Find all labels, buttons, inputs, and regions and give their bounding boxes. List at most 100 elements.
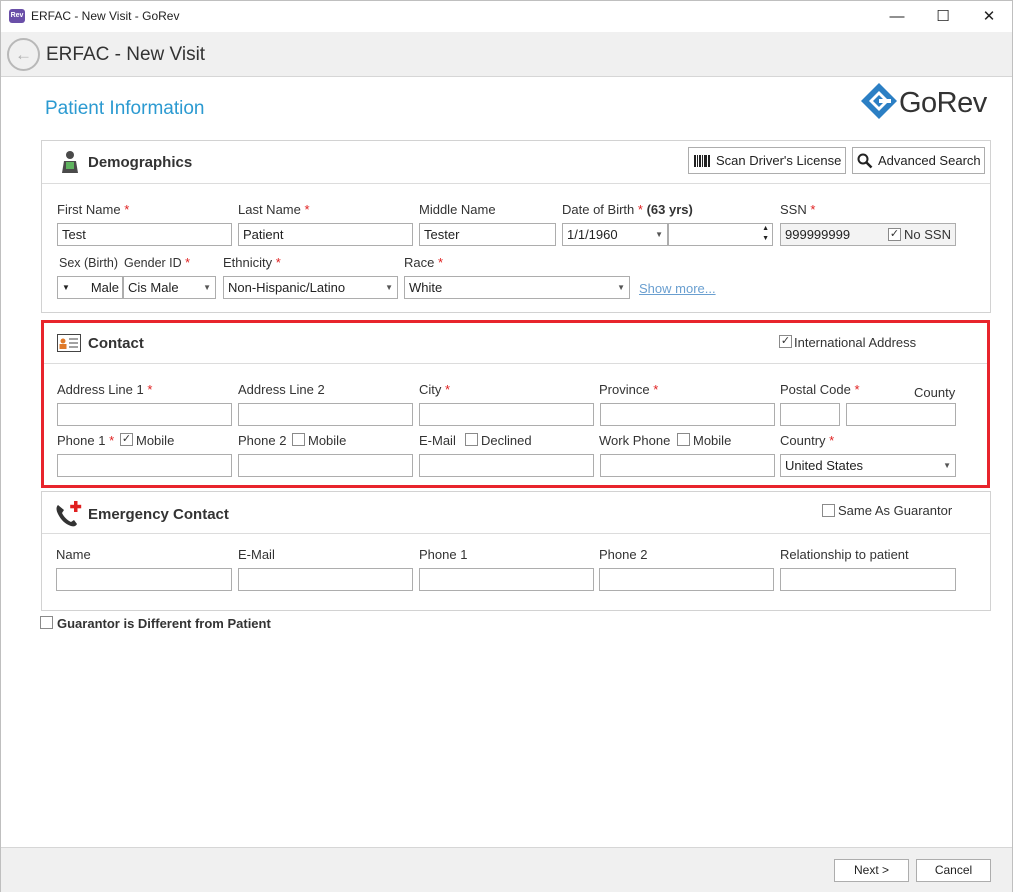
section-title: Patient Information — [45, 98, 205, 119]
gender-dropdown[interactable]: Cis Male ▼ — [123, 276, 216, 299]
sex-label: Sex (Birth) — [59, 256, 119, 270]
phone1-label: Phone 1 * — [57, 433, 115, 448]
ec-name-label: Name — [56, 547, 91, 562]
person-icon — [62, 151, 78, 173]
phone2-label: Phone 2 — [238, 433, 287, 448]
address2-input[interactable] — [238, 403, 413, 426]
demographics-title: Demographics — [88, 154, 193, 171]
work-phone-mobile-checkbox[interactable] — [677, 433, 690, 446]
no-ssn-checkbox[interactable]: ✓ — [888, 228, 901, 241]
address2-label: Address Line 2 — [238, 382, 325, 397]
ethnicity-dropdown[interactable]: Non-Hispanic/Latino ▼ — [223, 276, 398, 299]
email-declined-checkbox[interactable] — [465, 433, 478, 446]
scan-license-label: Scan Driver's License — [716, 153, 842, 168]
ec-phone1-input[interactable] — [419, 568, 594, 591]
gender-label: Gender ID * — [124, 256, 191, 270]
ec-relationship-label: Relationship to patient — [780, 547, 909, 562]
guarantor-different-label: Guarantor is Different from Patient — [57, 616, 271, 631]
gorev-logo-icon — [861, 83, 897, 119]
city-input[interactable] — [419, 403, 594, 426]
chevron-down-icon: ▼ — [617, 283, 625, 292]
phone2-mobile-checkbox[interactable] — [292, 433, 305, 446]
minimize-button[interactable]: — — [874, 1, 920, 32]
ec-email-input[interactable] — [238, 568, 413, 591]
email-label: E-Mail — [419, 433, 456, 448]
work-phone-label: Work Phone — [599, 433, 671, 448]
first-name-label: First Name * — [57, 202, 130, 217]
city-label: City * — [419, 382, 451, 397]
page-title: ERFAC - New Visit — [46, 44, 206, 65]
demographics-header: Demographics Scan Driver's License Advan… — [42, 141, 990, 184]
county-label: County — [914, 385, 956, 400]
ssn-label: SSN * — [780, 202, 816, 217]
advanced-search-label: Advanced Search — [878, 153, 981, 168]
middle-name-label: Middle Name — [419, 202, 496, 217]
phone1-mobile-label: Mobile — [136, 433, 175, 448]
chevron-down-icon: ▼ — [655, 230, 663, 239]
ec-phone2-label: Phone 2 — [599, 547, 648, 562]
ec-name-input[interactable] — [56, 568, 232, 591]
demographics-panel: Demographics Scan Driver's License Advan… — [41, 140, 991, 313]
ec-phone2-input[interactable] — [599, 568, 774, 591]
show-more-link[interactable]: Show more... — [639, 281, 716, 296]
work-phone-mobile-label: Mobile — [693, 433, 732, 448]
first-name-input[interactable]: Test — [57, 223, 232, 246]
ethnicity-label: Ethnicity * — [223, 255, 281, 270]
dob-date-picker[interactable]: 1/1/1960 ▼ — [562, 223, 668, 246]
footer-bar: Next > Cancel — [1, 847, 1012, 892]
international-address-checkbox[interactable]: ✓ — [779, 335, 792, 348]
phone-medical-icon — [56, 501, 82, 527]
maximize-button[interactable]: ☐ — [920, 1, 966, 32]
chevron-down-icon: ▼ — [62, 283, 70, 292]
nav-bar: ← ERFAC - New Visit — [1, 32, 1012, 77]
ec-phone1-label: Phone 1 — [419, 547, 468, 562]
advanced-search-button[interactable]: Advanced Search — [852, 147, 985, 174]
postal-code-label: Postal Code * — [780, 382, 860, 397]
sex-dropdown[interactable]: ▼ Male — [57, 276, 123, 299]
same-as-guarantor-checkbox[interactable] — [822, 504, 835, 517]
app-window: Rev ERFAC - New Visit - GoRev — ☐ ✕ ← ER… — [0, 0, 1013, 892]
scan-license-button[interactable]: Scan Driver's License — [688, 147, 846, 174]
phone2-input[interactable] — [238, 454, 413, 477]
chevron-down-icon: ▼ — [943, 461, 951, 470]
ec-email-label: E-Mail — [238, 547, 275, 562]
work-phone-input[interactable] — [600, 454, 775, 477]
race-dropdown[interactable]: White ▼ — [404, 276, 630, 299]
dob-time-spinner[interactable]: ▲ ▼ — [668, 223, 773, 246]
last-name-label: Last Name * — [238, 202, 310, 217]
chevron-down-icon: ▼ — [385, 283, 393, 292]
search-icon — [857, 153, 873, 169]
spinner-arrows-icon[interactable]: ▲ ▼ — [762, 224, 769, 244]
cancel-button[interactable]: Cancel — [916, 859, 991, 882]
phone1-input[interactable] — [57, 454, 232, 477]
international-address-label: International Address — [794, 335, 917, 350]
postal-code-input[interactable] — [780, 403, 840, 426]
last-name-input[interactable]: Patient — [238, 223, 413, 246]
guarantor-different-checkbox[interactable] — [40, 616, 53, 629]
county-input[interactable] — [846, 403, 956, 426]
dob-label: Date of Birth * (63 yrs) — [562, 202, 693, 217]
race-label: Race * — [404, 255, 444, 270]
window-title: ERFAC - New Visit - GoRev — [31, 9, 180, 23]
email-declined-label: Declined — [481, 433, 532, 448]
emergency-contact-panel: Emergency Contact Same As Guarantor Name… — [41, 491, 991, 611]
middle-name-input[interactable]: Tester — [419, 223, 556, 246]
phone1-mobile-checkbox[interactable]: ✓ — [120, 433, 133, 446]
province-input[interactable] — [600, 403, 775, 426]
address1-input[interactable] — [57, 403, 232, 426]
id-card-icon — [57, 334, 81, 352]
logo-text: GoRev — [899, 87, 987, 119]
country-dropdown[interactable]: United States ▼ — [780, 454, 956, 477]
app-icon: Rev — [9, 9, 25, 23]
close-button[interactable]: ✕ — [966, 1, 1012, 32]
same-as-guarantor-label: Same As Guarantor — [838, 503, 953, 518]
province-label: Province * — [599, 382, 659, 397]
phone2-mobile-label: Mobile — [308, 433, 347, 448]
next-button[interactable]: Next > — [834, 859, 909, 882]
contact-title: Contact — [88, 335, 144, 352]
no-ssn-label: No SSN — [904, 227, 951, 242]
ec-relationship-input[interactable] — [780, 568, 956, 591]
email-input[interactable] — [419, 454, 594, 477]
back-arrow-icon[interactable]: ← — [7, 38, 40, 71]
address1-label: Address Line 1 * — [57, 382, 153, 397]
